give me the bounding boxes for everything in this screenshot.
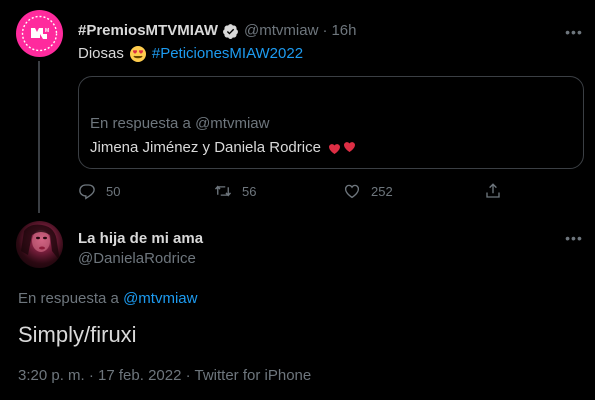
reply-action[interactable]: 50 — [78, 182, 120, 200]
thread-line — [38, 61, 40, 213]
retweet-count: 56 — [242, 183, 257, 199]
tweet1-time[interactable]: 16h — [331, 22, 356, 40]
like-action[interactable]: 252 — [343, 182, 393, 200]
tweet2-text: Simply/firuxi — [18, 322, 137, 347]
tweet2-display-name[interactable]: La hija de mi ama — [78, 230, 203, 247]
svg-text:M: M — [45, 28, 49, 34]
quote-text-line: Jimena Jiménez y Daniela Rodrice — [90, 139, 361, 157]
avatar-danielarodrice[interactable] — [16, 221, 63, 268]
like-icon — [344, 184, 360, 199]
two-hearts-emoji-icon — [327, 139, 361, 157]
tweet1-more-button[interactable]: ••• — [562, 24, 586, 40]
heart-eyes-emoji-icon — [129, 45, 147, 63]
quote-reply-prefix: En respuesta a — [90, 115, 191, 132]
avatar-photo — [21, 224, 60, 261]
tweet1-text: Diosas #PeticionesMIAW2022 — [78, 44, 303, 63]
tweet2-display-name-line: La hija de mi ama — [78, 230, 203, 248]
tweet1-handle[interactable]: @mtvmiaw — [244, 22, 318, 40]
reply-count: 50 — [106, 183, 121, 199]
mtv-logo-icon: M — [21, 15, 58, 52]
tweet1-separator: · — [322, 22, 328, 39]
more-icon: ••• — [565, 24, 583, 40]
tweet2-handle[interactable]: @DanielaRodrice — [78, 250, 196, 267]
tweet2-reply-line: En respuesta a @mtvmiaw — [18, 290, 197, 308]
reply-icon — [79, 184, 95, 200]
tweet2-meta[interactable]: 3:20 p. m. · 17 feb. 2022 · Twitter for … — [18, 367, 311, 385]
retweet-action[interactable]: 56 — [214, 182, 256, 200]
share-icon — [486, 183, 500, 198]
quote-reply-line: En respuesta a @mtvmiaw — [90, 115, 269, 133]
quote-reply-handle[interactable]: @mtvmiaw — [195, 115, 269, 132]
tweet1-hashtag[interactable]: #PeticionesMIAW2022 — [152, 44, 303, 63]
tweet1-header: #PremiosMTVMIAW @mtvmiaw · 16h — [78, 22, 356, 40]
tweet1-text-prefix: Diosas — [78, 45, 124, 62]
tweet2-reply-prefix: En respuesta a — [18, 290, 119, 307]
like-count: 252 — [371, 183, 393, 199]
more-icon: ••• — [565, 230, 583, 246]
retweet-icon — [214, 185, 232, 197]
share-action[interactable] — [484, 182, 502, 200]
tweet2-handle-line: @DanielaRodrice — [78, 250, 196, 268]
tweet2-reply-handle[interactable]: @mtvmiaw — [123, 290, 197, 307]
tweet1-display-name[interactable]: #PremiosMTVMIAW — [78, 22, 218, 40]
verified-badge-icon — [222, 23, 239, 40]
quote-text: Jimena Jiménez y Daniela Rodrice — [90, 139, 321, 156]
avatar-mtvmiaw[interactable]: M — [16, 10, 63, 57]
tweet2-more-button[interactable]: ••• — [562, 230, 586, 246]
